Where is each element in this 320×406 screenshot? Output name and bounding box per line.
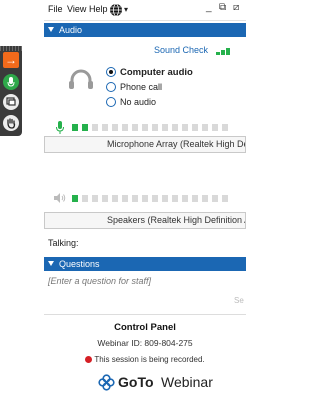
minimize-button[interactable]: _ xyxy=(206,2,212,13)
meter-segment xyxy=(192,195,198,202)
meter-segment xyxy=(142,195,148,202)
questions-section-title: Questions xyxy=(59,259,100,269)
meter-segment xyxy=(212,124,218,131)
talking-label: Talking: xyxy=(48,238,79,248)
meter-segment xyxy=(92,195,98,202)
menu-file[interactable]: File xyxy=(48,4,63,14)
raise-hand-button[interactable] xyxy=(3,115,19,131)
recording-notice: This session is being recorded. xyxy=(44,355,246,364)
meter-segment xyxy=(152,195,158,202)
sound-check-level-icon xyxy=(216,45,231,55)
language-caret-icon[interactable]: ▾ xyxy=(124,5,128,14)
screen-icon xyxy=(6,97,16,106)
headset-icon xyxy=(69,69,93,89)
raise-hand-icon xyxy=(7,118,16,129)
maximize-button[interactable]: ⧄ xyxy=(233,2,239,13)
microphone-icon xyxy=(56,121,64,134)
meter-segment xyxy=(182,195,188,202)
control-panel-title: Control Panel xyxy=(114,322,176,333)
meter-segment xyxy=(122,195,128,202)
brand-webinar: Webinar xyxy=(161,374,213,390)
meter-segment xyxy=(162,195,168,202)
meter-segment xyxy=(222,124,228,131)
meter-segment xyxy=(132,195,138,202)
radio-dot[interactable] xyxy=(106,67,116,77)
radio-dot[interactable] xyxy=(106,97,116,107)
question-input[interactable]: [Enter a question for staff] xyxy=(44,273,246,313)
meter-segment xyxy=(202,195,208,202)
restore-button[interactable]: ⧉ xyxy=(219,2,226,13)
meter-segment xyxy=(82,124,88,131)
radio-label: Computer audio xyxy=(120,67,193,78)
microphone-device-select[interactable]: Microphone Array (Realtek High Defi... xyxy=(44,136,246,153)
collapse-arrow-icon[interactable]: → xyxy=(3,52,19,68)
meter-segment xyxy=(202,124,208,131)
microphone-device-label: Microphone Array (Realtek High Defi... xyxy=(107,139,246,149)
gotowebinar-flower-icon xyxy=(98,374,115,391)
brand-go: Go xyxy=(118,374,138,390)
meter-segment xyxy=(112,195,118,202)
meter-segment xyxy=(172,195,178,202)
meter-segment xyxy=(142,124,148,131)
sound-check-link[interactable]: Sound Check xyxy=(154,45,208,55)
meter-segment xyxy=(102,124,108,131)
divider xyxy=(44,314,246,315)
microphone-icon xyxy=(7,77,15,87)
meter-segment xyxy=(102,195,108,202)
meter-segment xyxy=(162,124,168,131)
speaker-icon xyxy=(54,193,66,203)
radio-phone-call[interactable]: Phone call xyxy=(106,82,162,92)
meter-segment xyxy=(182,124,188,131)
menu-view[interactable]: View xyxy=(67,4,86,14)
collapse-triangle-icon xyxy=(48,27,54,32)
grab-handle[interactable] xyxy=(0,46,22,51)
globe-icon[interactable] xyxy=(109,3,123,17)
meter-segment xyxy=(172,124,178,131)
radio-computer-audio[interactable]: Computer audio xyxy=(106,67,193,78)
radio-label: Phone call xyxy=(120,82,163,92)
meter-segment xyxy=(92,124,98,131)
menu-bar: File View Help ▾ _ ⧉ ⧄ xyxy=(44,0,246,21)
meter-segment xyxy=(222,195,228,202)
meter-segment xyxy=(72,124,78,131)
recording-dot-icon xyxy=(85,356,93,363)
menu-help[interactable]: Help xyxy=(89,4,108,14)
meter-segment xyxy=(72,195,78,202)
radio-dot[interactable] xyxy=(106,82,116,92)
radio-label: No audio xyxy=(120,97,157,107)
speaker-device-label: Speakers (Realtek High Definition Au... xyxy=(107,215,245,225)
mic-toggle-button[interactable] xyxy=(3,74,19,90)
meter-segment xyxy=(122,124,128,131)
recording-text: This session is being recorded. xyxy=(94,355,205,364)
meter-segment xyxy=(112,124,118,131)
brand-to: To xyxy=(137,374,154,390)
meter-segment xyxy=(82,195,88,202)
meter-segment xyxy=(212,195,218,202)
radio-no-audio[interactable]: No audio xyxy=(106,97,156,107)
speaker-device-select[interactable]: Speakers (Realtek High Definition Au... xyxy=(44,212,246,229)
audio-section-header[interactable]: Audio xyxy=(44,23,246,37)
collapse-triangle-icon xyxy=(48,261,54,266)
meter-segment xyxy=(192,124,198,131)
meter-segment xyxy=(152,124,158,131)
control-panel-window: File View Help ▾ _ ⧉ ⧄ Audio Sound Check… xyxy=(44,0,246,406)
audio-section-title: Audio xyxy=(59,25,83,35)
send-button[interactable]: Se xyxy=(234,296,244,305)
side-grab-tab[interactable]: → xyxy=(0,46,22,136)
meter-segment xyxy=(132,124,138,131)
questions-section-header[interactable]: Questions xyxy=(44,257,246,271)
brand-goto: GoTo xyxy=(118,374,154,390)
screen-share-button[interactable] xyxy=(3,94,19,110)
webinar-id: Webinar ID: 809-804-275 xyxy=(97,338,193,348)
